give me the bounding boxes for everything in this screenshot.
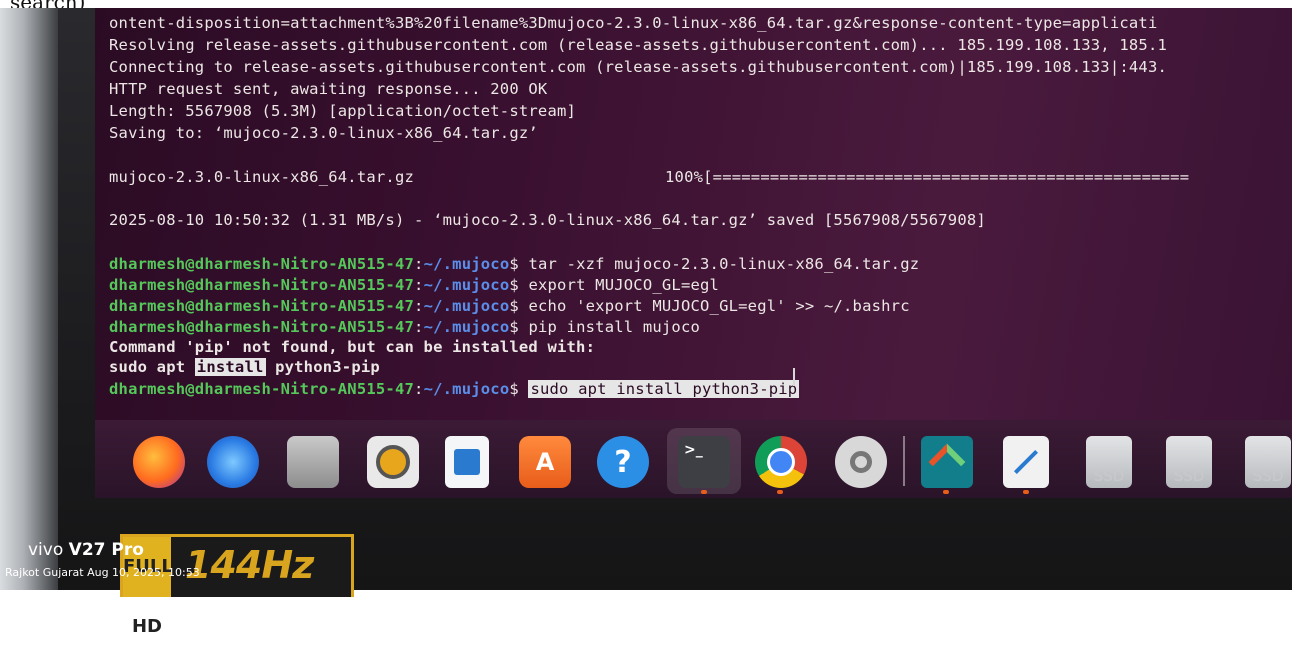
terminal-command-line: dharmesh@dharmesh-Nitro-AN515-47:~/.mujo…	[109, 297, 910, 315]
app-center-icon[interactable]: A	[519, 436, 571, 488]
ssd-drive-icon[interactable]: SSD	[1086, 436, 1132, 488]
terminal-active-prompt[interactable]: dharmesh@dharmesh-Nitro-AN515-47:~/.mujo…	[109, 380, 800, 398]
command-text: pip install mujoco	[528, 318, 701, 336]
chrome-center	[767, 448, 795, 476]
writer-glyph	[454, 449, 480, 475]
text-editor-icon[interactable]	[1003, 436, 1049, 488]
help-icon[interactable]: ?	[597, 436, 649, 488]
files-icon[interactable]	[287, 436, 339, 488]
pasted-command-input[interactable]: sudo apt install python3-pip	[528, 380, 800, 398]
terminal-icon[interactable]: >_	[678, 436, 730, 488]
prompt-dollar: $	[509, 297, 529, 315]
terminal-output-line: ontent-disposition=attachment%3B%20filen…	[109, 14, 1158, 32]
camera-timestamp: Rajkot Gujarat Aug 10, 2025, 10:53	[5, 566, 200, 579]
command-text: echo 'export MUJOCO_GL=egl' >> ~/.bashrc	[528, 297, 910, 315]
terminal-output-line: Connecting to release-assets.githubuserc…	[109, 58, 1168, 76]
ssd-drive-icon[interactable]: SSD	[1166, 436, 1212, 488]
dock-separator	[903, 436, 905, 486]
installer-glyph	[928, 443, 966, 481]
ssd-label: SSD	[1093, 467, 1125, 485]
selected-text: install	[194, 358, 266, 376]
prompt-colon: :	[414, 380, 424, 398]
gear-center	[850, 451, 872, 473]
suggestion-prefix: sudo apt	[109, 358, 195, 376]
software-installer-icon[interactable]	[921, 436, 973, 488]
terminal-output-line: Length: 5567908 (5.3M) [application/octe…	[109, 102, 577, 120]
ssd-label: SSD	[1173, 467, 1205, 485]
ssd-drive-icon[interactable]: SSD	[1245, 436, 1291, 488]
bezel-left-edge	[0, 8, 58, 590]
download-progress: 100%[===================================…	[665, 168, 1190, 186]
speaker-cone	[376, 445, 410, 479]
prompt-colon: :	[414, 276, 424, 294]
prompt-user: dharmesh@dharmesh-Nitro-AN515-47	[109, 255, 415, 273]
firefox-icon[interactable]	[133, 436, 185, 488]
camera-watermark: vivo V27 Pro	[28, 540, 144, 560]
prompt-dollar: $	[509, 380, 529, 398]
watermark-brand: vivo	[28, 540, 64, 560]
prompt-colon: :	[414, 318, 424, 336]
terminal-command-line: dharmesh@dharmesh-Nitro-AN515-47:~/.mujo…	[109, 318, 700, 336]
prompt-colon: :	[414, 255, 424, 273]
prompt-colon: :	[414, 297, 424, 315]
rhythmbox-icon[interactable]	[367, 436, 419, 488]
prompt-path: ~/.mujoco	[423, 380, 510, 398]
command-text: export MUJOCO_GL=egl	[528, 276, 720, 294]
prompt-user: dharmesh@dharmesh-Nitro-AN515-47	[109, 318, 415, 336]
prompt-dollar: $	[509, 276, 529, 294]
running-indicator	[701, 490, 707, 494]
watermark-model: V27 Pro	[68, 540, 144, 560]
thunderbird-icon[interactable]	[207, 436, 259, 488]
terminal-command-line: dharmesh@dharmesh-Nitro-AN515-47:~/.mujo…	[109, 255, 919, 273]
settings-icon[interactable]	[835, 436, 887, 488]
terminal-output-line: Saving to: ‘mujoco-2.3.0-linux-x86_64.ta…	[109, 124, 538, 142]
sticker-refresh-label: 144Hz	[185, 543, 314, 587]
prompt-path: ~/.mujoco	[423, 255, 510, 273]
command-text: tar -xzf mujoco-2.3.0-linux-x86_64.tar.g…	[528, 255, 920, 273]
pencil-glyph	[1013, 449, 1039, 475]
dock: A ? >_ SSD SSD SSD	[95, 420, 1292, 498]
prompt-dollar: $	[509, 318, 529, 336]
download-saved-line: 2025-08-10 10:50:32 (1.31 MB/s) - ‘mujoc…	[109, 211, 986, 229]
prompt-path: ~/.mujoco	[423, 297, 510, 315]
prompt-dollar: $	[509, 255, 529, 273]
error-message: Command 'pip' not found, but can be inst…	[109, 338, 596, 356]
suggestion-suffix: python3-pip	[265, 358, 380, 376]
ssd-label: SSD	[1252, 467, 1284, 485]
running-indicator	[943, 490, 949, 494]
prompt-path: ~/.mujoco	[423, 318, 510, 336]
prompt-user: dharmesh@dharmesh-Nitro-AN515-47	[109, 380, 415, 398]
prompt-path: ~/.mujoco	[423, 276, 510, 294]
download-filename: mujoco-2.3.0-linux-x86_64.tar.gz	[109, 168, 415, 186]
install-suggestion: sudo apt install python3-pip	[109, 358, 380, 376]
terminal-window[interactable]: ontent-disposition=attachment%3B%20filen…	[95, 8, 1292, 428]
chrome-icon[interactable]	[755, 436, 807, 488]
running-indicator	[1023, 490, 1029, 494]
prompt-user: dharmesh@dharmesh-Nitro-AN515-47	[109, 276, 415, 294]
terminal-command-line: dharmesh@dharmesh-Nitro-AN515-47:~/.mujo…	[109, 276, 719, 294]
mouse-ibeam-cursor	[793, 368, 795, 386]
terminal-output-line: HTTP request sent, awaiting response... …	[109, 80, 548, 98]
prompt-user: dharmesh@dharmesh-Nitro-AN515-47	[109, 297, 415, 315]
running-indicator	[777, 490, 783, 494]
libreoffice-writer-icon[interactable]	[445, 436, 489, 488]
terminal-output-line: Resolving release-assets.githubuserconte…	[109, 36, 1168, 54]
